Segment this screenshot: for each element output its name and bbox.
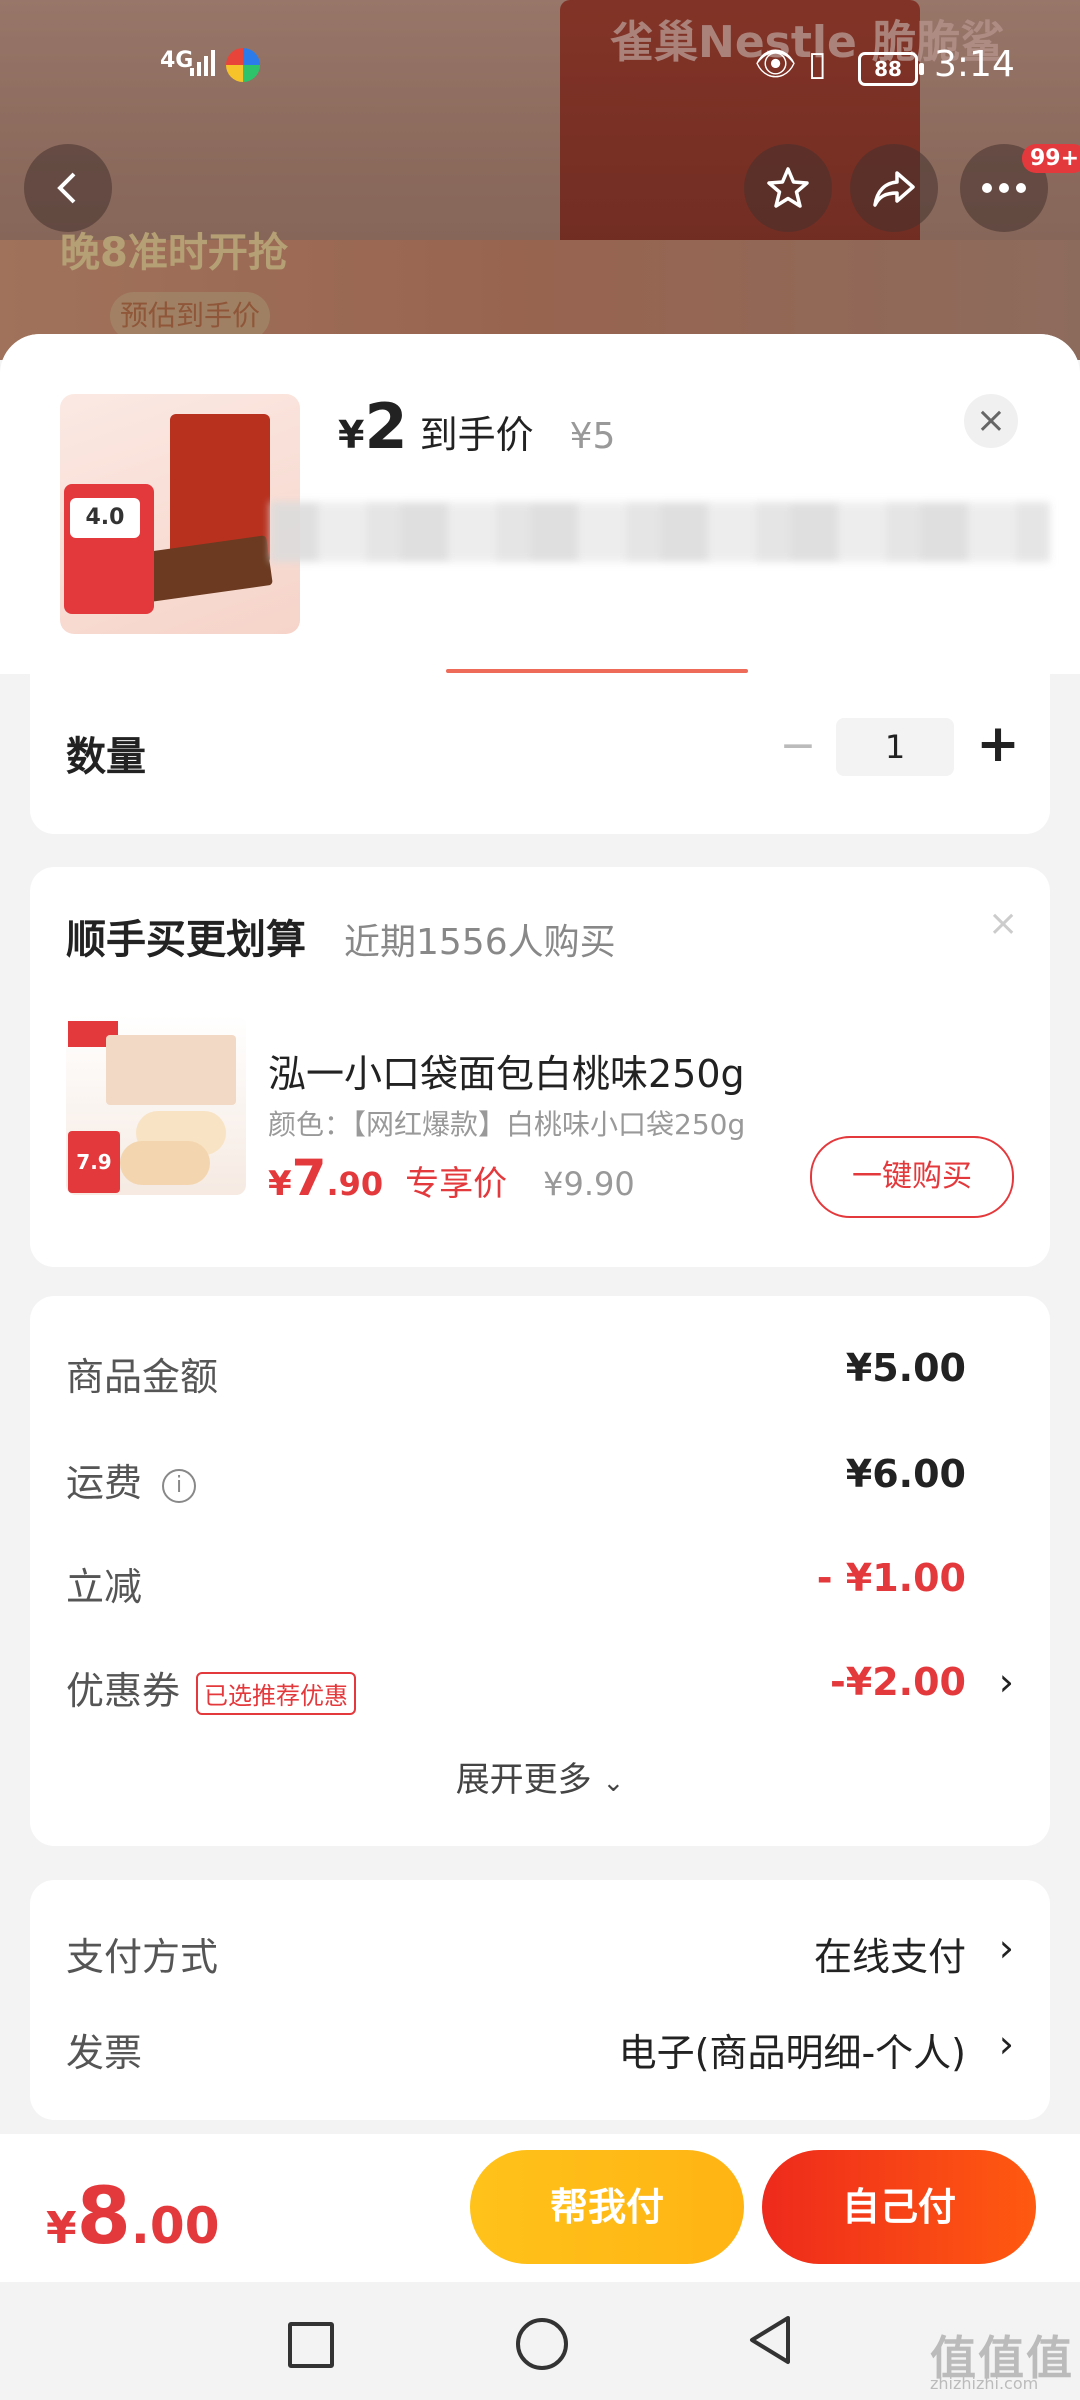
more-dots-icon (982, 183, 1026, 193)
recents-icon[interactable] (288, 2322, 334, 2368)
product-thumbnail[interactable]: 4.0 (60, 394, 300, 634)
app-notification-icon (226, 48, 260, 82)
close-icon: × (975, 400, 1007, 441)
status-time: 3:14 (934, 44, 1015, 85)
coupon-label: 优惠券 (66, 1669, 181, 1713)
thumb-wafer (137, 535, 273, 603)
payment-card: 支付方式 在线支付 › 发票 电子(商品明细-个人) › (30, 1880, 1050, 2120)
star-icon (767, 167, 809, 208)
addon-price-int: 7 (291, 1149, 327, 1207)
cost-summary-card: 商品金额 ¥5.00 运费 i ¥6.00 立减 - ¥1.00 优惠券 已选推荐优… (30, 1296, 1050, 1846)
share-icon (873, 171, 915, 207)
addon-price-currency: ¥ (268, 1164, 292, 1204)
addon-price-dec: .90 (326, 1165, 384, 1203)
addon-bread (120, 1141, 210, 1185)
addon-thumb-price: 7.9 (68, 1131, 120, 1193)
coupon-row[interactable]: 优惠券 已选推荐优惠 -¥2.00 › (66, 1660, 1014, 1720)
addon-product-image[interactable]: 7.9 (66, 1015, 246, 1195)
addon-close-button[interactable]: × (988, 903, 1018, 944)
expand-more-label: 展开更多 (455, 1760, 592, 1800)
goods-amount-row: 商品金额 ¥5.00 (66, 1346, 1014, 1406)
signal-icon (190, 50, 215, 76)
system-nav-bar (0, 2282, 1080, 2400)
discount-value: - ¥1.00 (816, 1556, 966, 1600)
addon-subtitle: 近期1556人购买 (344, 922, 616, 963)
favorite-button[interactable] (744, 144, 832, 232)
total-int: 8 (76, 2172, 131, 2262)
quantity-increase-button[interactable]: + (968, 714, 1028, 774)
thumb-rating: 4.0 (70, 498, 140, 538)
price-label: 到手价 (419, 413, 534, 457)
network-indicator: 4G (160, 48, 194, 73)
payment-method-value: 在线支付 (813, 1935, 966, 1979)
coupon-recommended-tag: 已选推荐优惠 (196, 1672, 357, 1715)
shipping-row: 运费 i ¥6.00 (66, 1452, 1014, 1512)
blurred-address (270, 502, 1050, 562)
original-price: ¥5 (569, 416, 616, 457)
addon-product-spec: 颜色：【网红爆款】白桃味小口袋250g (268, 1108, 746, 1141)
watermark-url: zhizhizhi.com (930, 2374, 1039, 2393)
addon-original-price: ¥9.90 (543, 1165, 635, 1203)
addon-box (106, 1035, 236, 1105)
addon-price-tag: 专享价 (405, 1164, 508, 1204)
more-badge: 99+ (1022, 144, 1080, 173)
coupon-value: -¥2.00 (830, 1660, 966, 1704)
chevron-right-icon: › (998, 1660, 1014, 1704)
payment-method-label: 支付方式 (66, 1935, 219, 1979)
vibrate-icon: ▯ (808, 44, 827, 84)
status-bar: 4G 👁 ▯ 88 3:14 (0, 38, 1080, 98)
share-button[interactable] (850, 144, 938, 232)
battery-indicator: 88 (858, 52, 924, 86)
info-icon[interactable]: i (162, 1468, 197, 1503)
discount-label: 立减 (66, 1565, 143, 1609)
quantity-card: 数量 − 1 + (30, 674, 1050, 834)
price-value: 2 (364, 390, 408, 463)
goods-amount-value: ¥5.00 (845, 1346, 966, 1390)
home-icon[interactable] (516, 2318, 568, 2370)
sheet-header: 4.0 ¥ 2 到手价 ¥5 × (0, 334, 1080, 674)
quantity-decrease-button[interactable]: − (770, 718, 826, 774)
spec-tab-indicator (446, 669, 748, 673)
back-button[interactable] (24, 144, 112, 232)
expand-more-button[interactable]: 展开更多 ⌄ (30, 1752, 1050, 1801)
chevron-down-icon: ⌄ (602, 1768, 625, 1798)
price-currency: ¥ (338, 413, 365, 457)
chevron-right-icon: › (998, 1926, 1014, 1970)
checkout-bar: ¥ 8 .00 帮我付 自己付 (0, 2134, 1080, 2282)
one-click-buy-button[interactable]: 一键购买 (810, 1136, 1014, 1218)
shipping-label: 运费 (66, 1461, 143, 1505)
invoice-label: 发票 (66, 2031, 143, 2075)
payment-method-row[interactable]: 支付方式 在线支付 › (66, 1926, 1014, 1986)
total-currency: ¥ (46, 2203, 77, 2254)
back-triangle-icon[interactable] (744, 2312, 794, 2368)
pay-myself-button[interactable]: 自己付 (762, 2150, 1036, 2264)
discount-row: 立减 - ¥1.00 (66, 1556, 1014, 1616)
invoice-row[interactable]: 发票 电子(商品明细-个人) › (66, 2022, 1014, 2082)
chevron-left-icon (57, 172, 76, 204)
shipping-value: ¥6.00 (845, 1452, 966, 1496)
close-sheet-button[interactable]: × (964, 394, 1018, 448)
addon-price: ¥ 7 .90 专享价 ¥9.90 (268, 1149, 635, 1207)
goods-amount-label: 商品金额 (66, 1355, 219, 1399)
addon-card: 顺手买更划算 近期1556人购买 × 7.9 泓一小口袋面包白桃味250g 颜色… (30, 867, 1050, 1267)
addon-product-name[interactable]: 泓一小口袋面包白桃味250g (268, 1043, 745, 1098)
help-me-pay-button[interactable]: 帮我付 (470, 2150, 744, 2264)
chevron-right-icon: › (998, 2022, 1014, 2066)
total-price: ¥ 8 .00 (46, 2172, 219, 2262)
quantity-label: 数量 (66, 734, 146, 780)
total-dec: .00 (130, 2197, 220, 2255)
quantity-input[interactable]: 1 (836, 718, 954, 776)
invoice-value: 电子(商品明细-个人) (618, 2031, 966, 2075)
eye-icon: 👁 (754, 44, 798, 84)
addon-title: 顺手买更划算 (66, 917, 306, 963)
final-price: ¥ 2 到手价 ¥5 (338, 390, 615, 470)
